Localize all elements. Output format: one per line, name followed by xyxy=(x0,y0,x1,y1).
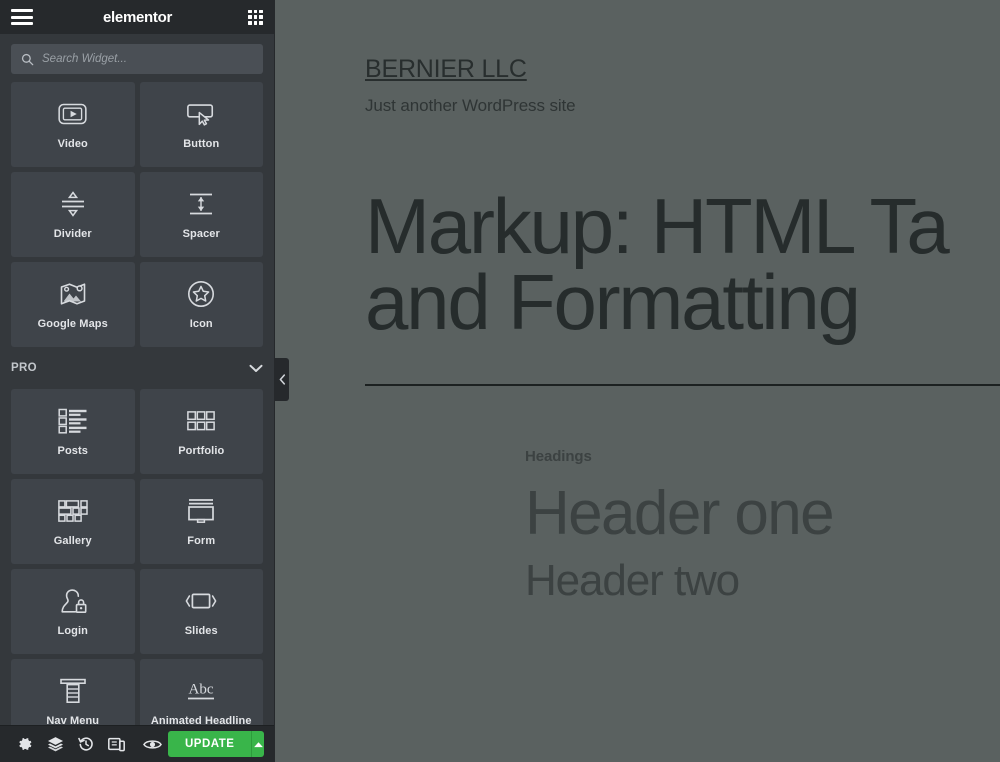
section-header-pro[interactable]: PRO xyxy=(11,352,263,384)
widget-label: Nav Menu xyxy=(46,715,100,725)
widget-card-video[interactable]: Video xyxy=(11,82,135,167)
gallery-grid-icon xyxy=(57,496,88,526)
portfolio-grid-icon xyxy=(187,406,216,436)
widget-label: Video xyxy=(57,138,88,150)
widget-card-button[interactable]: Button xyxy=(139,82,263,167)
slides-carousel-icon xyxy=(185,586,217,616)
search-icon xyxy=(21,53,34,65)
widget-card-slides[interactable]: Slides xyxy=(139,569,263,654)
site-content: BERNIER LLC Just another WordPress site … xyxy=(275,0,1000,605)
widget-card-google-maps[interactable]: Google Maps xyxy=(11,262,135,347)
history-clock-icon[interactable] xyxy=(71,726,101,762)
chevron-down-icon[interactable] xyxy=(249,364,263,373)
pro-widgets-grid: Posts Portfolio Gallery Form Login Slide… xyxy=(11,389,263,725)
entry-divider xyxy=(365,384,1000,387)
update-options-caret[interactable] xyxy=(251,731,264,757)
basic-widgets-grid: Video Button Divider Spacer Google Maps … xyxy=(11,82,263,347)
site-title[interactable]: BERNIER LLC xyxy=(365,55,1000,84)
widget-label: Form xyxy=(187,535,216,547)
widget-label: Icon xyxy=(189,318,213,330)
grid-3x3-icon[interactable] xyxy=(248,9,263,25)
elementor-panel: elementor Search Widget... Video Button … xyxy=(0,0,275,762)
google-maps-icon xyxy=(59,279,87,309)
navigator-layers-icon[interactable] xyxy=(40,726,70,762)
entry-title-line-1: Markup: HTML Ta xyxy=(365,181,950,270)
button-cursor-icon xyxy=(186,99,216,129)
widget-label: Slides xyxy=(184,625,218,637)
svg-text:Abc: Abc xyxy=(189,682,214,698)
search-box[interactable] xyxy=(11,44,263,74)
animated-headline-abc-icon: Abc xyxy=(183,676,219,706)
widget-card-form[interactable]: Form xyxy=(139,479,263,564)
widget-label: Google Maps xyxy=(37,318,108,330)
headings-section-label: Headings xyxy=(525,448,592,466)
widget-label: Login xyxy=(57,625,88,637)
widget-card-portfolio[interactable]: Portfolio xyxy=(139,389,263,474)
update-button[interactable]: UPDATE xyxy=(167,731,252,757)
search-input[interactable] xyxy=(42,53,253,65)
preview-eye-icon[interactable] xyxy=(138,726,168,762)
search-widget-area xyxy=(0,34,274,82)
spacer-icon xyxy=(187,189,215,219)
divider-icon xyxy=(59,189,87,219)
widget-card-posts[interactable]: Posts xyxy=(11,389,135,474)
elementor-logo-text: elementor xyxy=(103,8,172,26)
entry-title-line-2: and Formatting xyxy=(365,257,861,346)
widget-card-icon[interactable]: Icon xyxy=(139,262,263,347)
widget-card-login[interactable]: Login xyxy=(11,569,135,654)
site-description: Just another WordPress site xyxy=(365,95,576,115)
caret-up-icon xyxy=(253,741,263,747)
widget-label: Animated Headline xyxy=(150,715,252,725)
elementor-editor: elementor Search Widget... Video Button … xyxy=(0,0,1000,762)
posts-list-icon xyxy=(58,406,88,436)
panel-footer: UPDATE xyxy=(0,725,274,762)
entry-title: Markup: HTML Ta and Formatting xyxy=(365,181,1000,346)
form-window-icon xyxy=(186,496,216,526)
widget-label: Portfolio xyxy=(178,445,225,457)
section-title: PRO xyxy=(11,362,37,374)
widget-label: Divider xyxy=(53,228,92,240)
page-preview-iframe[interactable]: BERNIER LLC Just another WordPress site … xyxy=(275,0,1000,762)
star-badge-icon xyxy=(187,279,215,309)
widget-list-scroll[interactable]: Video Button Divider Spacer Google Maps … xyxy=(0,82,274,725)
responsive-mode-icon[interactable] xyxy=(101,726,131,762)
panel-collapse-tab[interactable] xyxy=(275,358,289,401)
nav-menu-icon xyxy=(59,676,87,706)
login-user-lock-icon xyxy=(59,586,87,616)
widget-label: Posts xyxy=(57,445,88,457)
widget-card-divider[interactable]: Divider xyxy=(11,172,135,257)
widget-card-gallery[interactable]: Gallery xyxy=(11,479,135,564)
widget-card-nav-menu[interactable]: Nav Menu xyxy=(11,659,135,725)
panel-header: elementor xyxy=(0,0,274,34)
header-two: Header two xyxy=(525,556,740,606)
chevron-left-icon xyxy=(279,374,285,385)
settings-gear-icon[interactable] xyxy=(10,726,40,762)
video-player-icon xyxy=(58,99,87,129)
update-button-group: UPDATE xyxy=(167,731,264,757)
widget-label: Gallery xyxy=(53,535,92,547)
widget-label: Spacer xyxy=(182,228,220,240)
header-one: Header one xyxy=(525,479,835,549)
widget-card-animated-headline[interactable]: Abc Animated Headline xyxy=(139,659,263,725)
widget-label: Button xyxy=(183,138,220,150)
widget-card-spacer[interactable]: Spacer xyxy=(139,172,263,257)
